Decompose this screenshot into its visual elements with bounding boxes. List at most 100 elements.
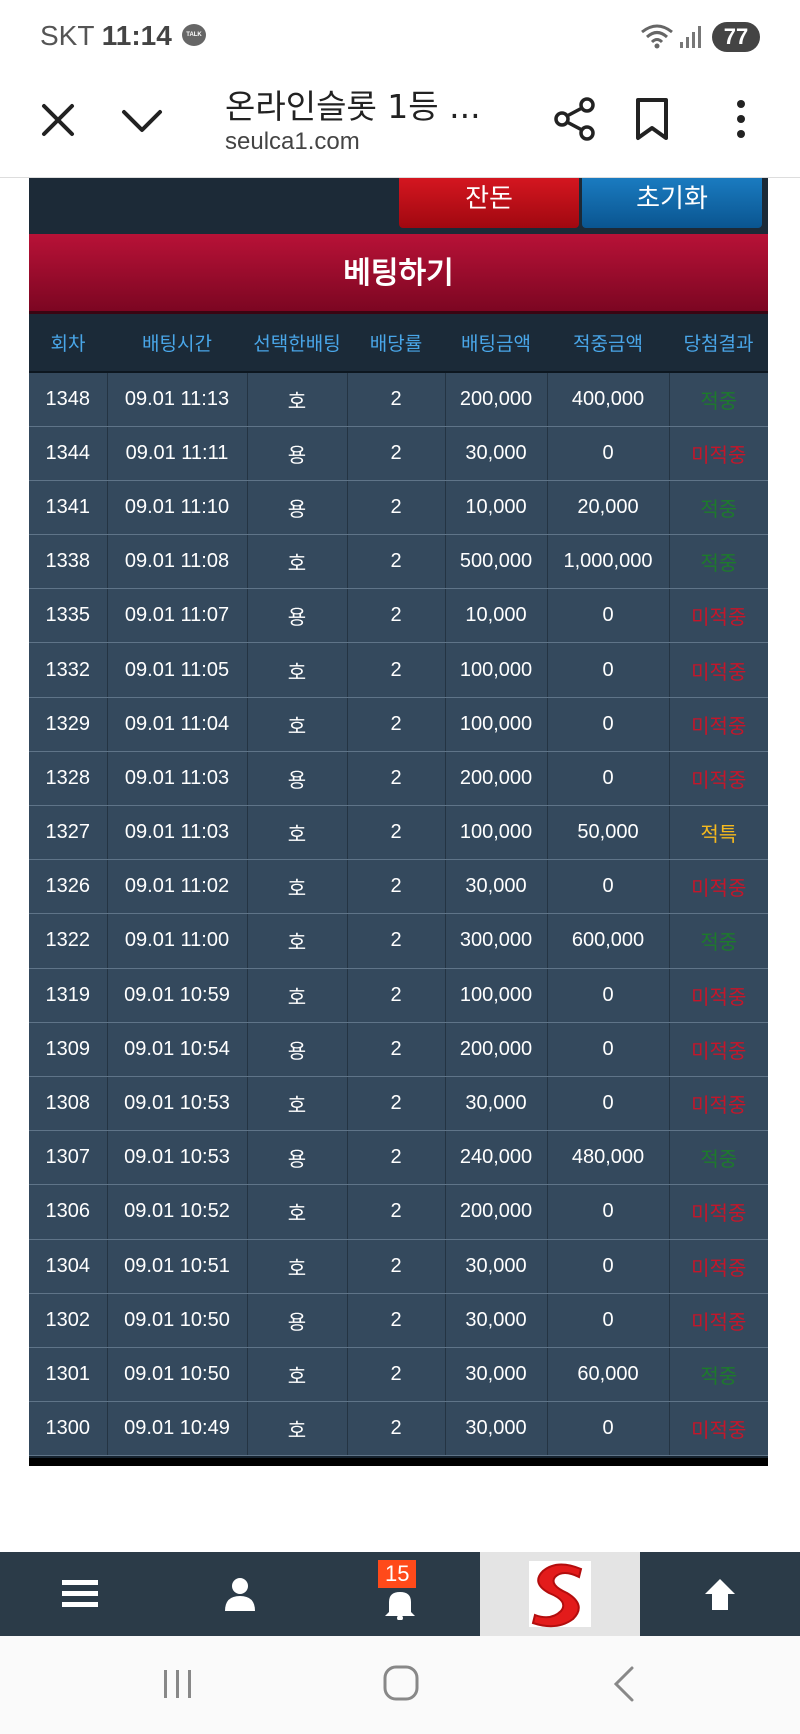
section-title: 베팅하기	[29, 234, 768, 314]
table-row: 1307 09.01 10:53 용 2 240,000 480,000 적중	[29, 1130, 768, 1186]
result-cell: 미적중	[669, 697, 768, 752]
round-cell: 1344	[29, 426, 108, 481]
result-cell: 적중	[669, 1347, 768, 1403]
bet-amount-cell: 30,000	[445, 1347, 548, 1403]
bet-time-cell: 09.01 11:03	[107, 751, 248, 807]
result-cell: 미적중	[669, 426, 768, 481]
change-button[interactable]: 잔돈	[399, 178, 579, 228]
odds-cell: 2	[347, 1184, 446, 1240]
notification-button[interactable]: 15	[320, 1552, 480, 1636]
bet-time-cell: 09.01 10:50	[107, 1347, 248, 1403]
bet-time-cell: 09.01 10:51	[107, 1239, 248, 1294]
round-cell: 1308	[29, 1076, 108, 1132]
table-row: 1328 09.01 11:03 용 2 200,000 0 미적중	[29, 751, 768, 807]
bookmark-icon[interactable]	[632, 96, 672, 142]
bet-time-cell: 09.01 10:49	[107, 1401, 248, 1457]
table-row: 1304 09.01 10:51 호 2 30,000 0 미적중	[29, 1239, 768, 1294]
table-row: 1344 09.01 11:11 용 2 30,000 0 미적중	[29, 426, 768, 481]
pick-cell: 호	[247, 1076, 348, 1132]
win-amount-cell: 20,000	[547, 480, 670, 536]
pick-cell: 호	[247, 1239, 348, 1294]
bet-amount-cell: 10,000	[445, 588, 548, 644]
page-title[interactable]: 온라인슬롯 1등 ...	[225, 80, 481, 128]
win-amount-cell: 50,000	[547, 805, 670, 861]
user-button[interactable]	[160, 1552, 320, 1636]
column-header: 배팅시간	[107, 314, 247, 373]
result-cell: 미적중	[669, 1184, 768, 1240]
page-url[interactable]: seulca1.com	[225, 128, 360, 156]
column-header: 적중금액	[547, 314, 669, 373]
home-logo-button[interactable]	[480, 1552, 640, 1636]
bet-amount-cell: 200,000	[445, 1022, 548, 1077]
home-icon[interactable]	[382, 1664, 420, 1702]
pick-cell: 호	[247, 1347, 348, 1403]
pick-cell: 호	[247, 697, 348, 752]
bet-amount-cell: 30,000	[445, 1076, 548, 1132]
table-row: 1322 09.01 11:00 호 2 300,000 600,000 적중	[29, 913, 768, 969]
odds-cell: 2	[347, 1401, 446, 1457]
odds-cell: 2	[347, 859, 446, 915]
bet-amount-cell: 100,000	[445, 642, 548, 698]
bet-amount-cell: 200,000	[445, 751, 548, 807]
table-row: 1338 09.01 11:08 호 2 500,000 1,000,000 적중	[29, 534, 768, 590]
round-cell: 1329	[29, 697, 108, 752]
reset-button[interactable]: 초기화	[582, 178, 762, 228]
round-cell: 1341	[29, 480, 108, 536]
column-header: 배당률	[347, 314, 445, 373]
chevron-down-icon[interactable]	[120, 100, 164, 140]
kakaotalk-icon: TALK	[182, 24, 206, 46]
win-amount-cell: 400,000	[547, 372, 670, 427]
bet-time-cell: 09.01 11:02	[107, 859, 248, 915]
top-button-strip: 잔돈 초기화	[29, 178, 768, 234]
result-cell: 미적중	[669, 588, 768, 644]
bet-time-cell: 09.01 11:05	[107, 642, 248, 698]
win-amount-cell: 0	[547, 859, 670, 915]
pick-cell: 호	[247, 913, 348, 969]
odds-cell: 2	[347, 697, 446, 752]
bottom-navigation: 15	[0, 1552, 800, 1636]
round-cell: 1322	[29, 913, 108, 969]
round-cell: 1328	[29, 751, 108, 807]
scroll-top-button[interactable]	[640, 1552, 800, 1636]
pick-cell: 용	[247, 426, 348, 481]
bet-amount-cell: 100,000	[445, 805, 548, 861]
bet-amount-cell: 30,000	[445, 426, 548, 481]
round-cell: 1309	[29, 1022, 108, 1077]
bet-time-cell: 09.01 10:53	[107, 1130, 248, 1186]
result-cell: 미적중	[669, 1401, 768, 1457]
bet-amount-cell: 240,000	[445, 1130, 548, 1186]
menu-icon	[62, 1580, 98, 1607]
win-amount-cell: 0	[547, 697, 670, 752]
table-row: 1327 09.01 11:03 호 2 100,000 50,000 적특	[29, 805, 768, 861]
panel-bottom-border	[29, 1458, 768, 1466]
odds-cell: 2	[347, 642, 446, 698]
odds-cell: 2	[347, 480, 446, 536]
result-cell: 미적중	[669, 968, 768, 1023]
close-icon[interactable]	[38, 100, 78, 140]
column-header: 배팅금액	[445, 314, 547, 373]
table-row: 1348 09.01 11:13 호 2 200,000 400,000 적중	[29, 372, 768, 427]
recent-apps-icon[interactable]	[160, 1666, 196, 1702]
column-header: 당첨결과	[669, 314, 768, 373]
odds-cell: 2	[347, 805, 446, 861]
win-amount-cell: 60,000	[547, 1347, 670, 1403]
status-time: 11:14	[101, 20, 172, 51]
back-icon[interactable]	[610, 1664, 638, 1704]
menu-button[interactable]	[0, 1552, 160, 1636]
share-icon[interactable]	[552, 96, 598, 142]
round-cell: 1326	[29, 859, 108, 915]
bet-time-cell: 09.01 11:04	[107, 697, 248, 752]
table-row: 1335 09.01 11:07 용 2 10,000 0 미적중	[29, 588, 768, 644]
column-header: 회차	[29, 314, 107, 373]
wifi-icon	[641, 24, 673, 49]
system-navigation-bar	[0, 1636, 800, 1734]
round-cell: 1319	[29, 968, 108, 1023]
win-amount-cell: 0	[547, 1184, 670, 1240]
bet-amount-cell: 300,000	[445, 913, 548, 969]
pick-cell: 호	[247, 642, 348, 698]
more-vertical-icon[interactable]	[726, 96, 756, 142]
status-carrier: SKT 11:14	[40, 20, 172, 51]
win-amount-cell: 600,000	[547, 913, 670, 969]
bet-time-cell: 09.01 10:59	[107, 968, 248, 1023]
pick-cell: 용	[247, 1130, 348, 1186]
